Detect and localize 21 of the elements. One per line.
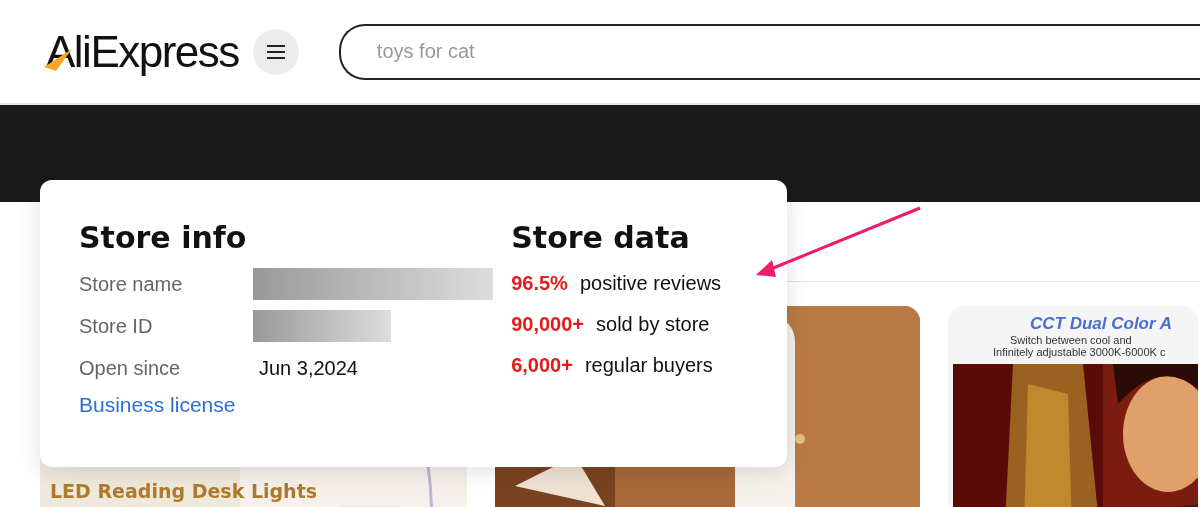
stat-label: sold by store <box>596 313 710 336</box>
field-label: Store ID <box>79 314 154 338</box>
stat-value: 90,000+ <box>511 313 585 336</box>
product-title: LED Reading Desk Lights <box>50 480 318 502</box>
search-field[interactable]: toys for cat <box>338 23 1200 80</box>
menu-icon <box>266 44 285 59</box>
field-label: Open since <box>79 356 182 380</box>
product-subtitle: Switch between cool and <box>1010 334 1132 346</box>
stat-label: positive reviews <box>579 272 722 295</box>
stat-value: 96.5% <box>511 272 568 295</box>
field-label: Store name <box>79 272 184 296</box>
stat-value: 6,000+ <box>511 354 573 377</box>
section-title: Store info <box>79 220 248 255</box>
product-subtitle: Infinitely adjustable 3000K-6000K c <box>993 346 1166 358</box>
business-license-link[interactable]: Business license <box>79 393 512 417</box>
product-title: CCT Dual Color A <box>1030 314 1172 334</box>
section-title: Store data <box>511 220 691 255</box>
field-value: Jun 3,2024 <box>259 356 358 380</box>
logo[interactable]: AliExpress <box>46 26 239 77</box>
stat-label: regular buyers <box>584 354 713 377</box>
star-icon <box>44 48 72 71</box>
